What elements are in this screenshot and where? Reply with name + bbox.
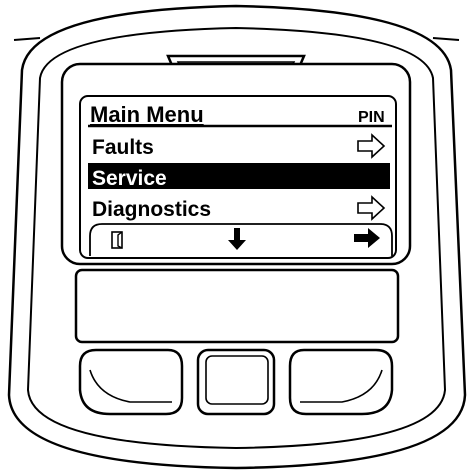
right-softkey-button[interactable]: [288, 348, 394, 416]
menu-item-diagnostics[interactable]: Diagnostics: [92, 198, 211, 221]
lower-window: [74, 268, 400, 344]
menu-item-faults[interactable]: Faults: [92, 136, 154, 159]
left-edge-mark: [13, 37, 41, 41]
display-unit-illustration: Main Menu PIN Faults Service Diagnostics: [7, 4, 467, 470]
center-softkey-button[interactable]: [196, 348, 276, 416]
menu-item-service[interactable]: Service: [92, 167, 167, 190]
left-softkey-button[interactable]: [78, 348, 184, 416]
pin-badge: PIN: [358, 109, 385, 126]
menu-title: Main Menu: [90, 102, 204, 127]
exit-door-icon: [111, 231, 123, 249]
right-edge-mark: [432, 37, 460, 41]
